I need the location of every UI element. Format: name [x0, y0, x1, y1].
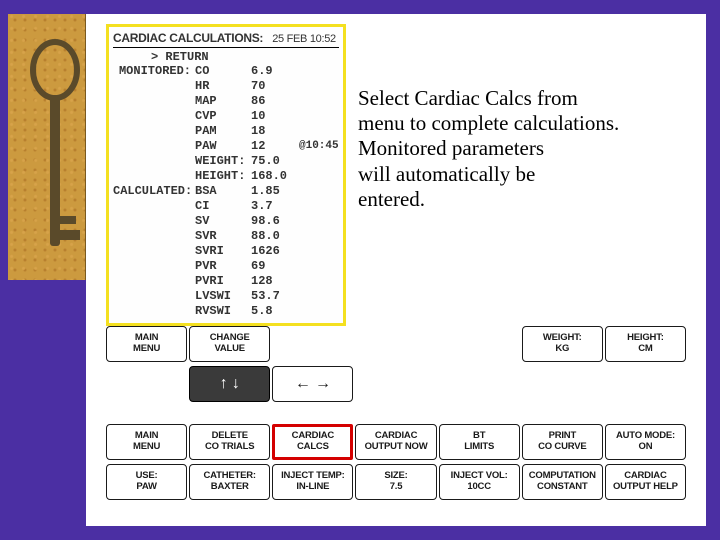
panel-title-text: CARDIAC CALCULATIONS: — [113, 31, 263, 45]
param-value: 75.0 — [251, 154, 299, 169]
param-label: BSA — [195, 184, 251, 199]
instr-line: Monitored parameters — [358, 136, 678, 161]
up-down-arrows-icon: ↑ ↓ — [190, 375, 269, 393]
blank-button — [605, 366, 686, 402]
inject-temp-button[interactable]: INJECT TEMP:IN-LINE — [272, 464, 353, 500]
panel-title: CARDIAC CALCULATIONS: 25 FEB 10:52 — [113, 29, 339, 48]
section-calculated: CALCULATED: — [113, 184, 195, 199]
panel-timestamp: 25 FEB 10:52 — [272, 33, 336, 45]
instr-line: will automatically be — [358, 162, 678, 187]
param-value: 168.0 — [251, 169, 299, 184]
blank-button — [355, 366, 436, 402]
param-value: 5.8 — [251, 304, 299, 319]
delete-co-trials-button[interactable]: DELETECO TRIALS — [189, 424, 270, 460]
param-label: PAW — [195, 139, 251, 154]
main-menu-button[interactable]: MAINMENU — [106, 424, 187, 460]
bt-limits-button[interactable]: BTLIMITS — [439, 424, 520, 460]
param-value: 3.7 — [251, 199, 299, 214]
note-time: @10:45 — [299, 139, 339, 154]
param-label: SVR — [195, 229, 251, 244]
param-value: 1626 — [251, 244, 299, 259]
param-value: 69 — [251, 259, 299, 274]
blank-button — [272, 326, 353, 362]
softkey-row-4: USE:PAW CATHETER:BAXTER INJECT TEMP:IN-L… — [106, 464, 686, 500]
blank-button — [439, 366, 520, 402]
softkey-row-3: MAINMENU DELETECO TRIALS CARDIACCALCS CA… — [106, 424, 686, 460]
param-label: WEIGHT: — [195, 154, 251, 169]
param-label: RVSWI — [195, 304, 251, 319]
param-value: 6.9 — [251, 64, 299, 79]
instr-line: Select Cardiac Calcs from — [358, 86, 678, 111]
left-right-arrows-button[interactable]: ← → — [272, 366, 353, 402]
blank-button — [106, 366, 187, 402]
instr-line: entered. — [358, 187, 678, 212]
blank-button — [522, 366, 603, 402]
param-label: MAP — [195, 94, 251, 109]
param-value: 12 — [251, 139, 299, 154]
instruction-text: Select Cardiac Calcs from menu to comple… — [358, 86, 678, 212]
slide-body: CARDIAC CALCULATIONS: 25 FEB 10:52 > RET… — [86, 14, 706, 526]
instr-line: menu to complete calculations. — [358, 111, 678, 136]
blank-button — [439, 326, 520, 362]
key-icon — [26, 38, 84, 268]
use-paw-button[interactable]: USE:PAW — [106, 464, 187, 500]
cardiac-output-now-button[interactable]: CARDIACOUTPUT NOW — [355, 424, 436, 460]
softkey-row-1: MAINMENU CHANGEVALUE WEIGHT:KG HEIGHT:CM — [106, 326, 686, 362]
up-down-arrows-button[interactable]: ↑ ↓ — [189, 366, 270, 402]
param-value: 88.0 — [251, 229, 299, 244]
cardiac-calcs-button[interactable]: CARDIACCALCS — [272, 424, 353, 460]
inject-vol-button[interactable]: INJECT VOL:10CC — [439, 464, 520, 500]
param-label: HR — [195, 79, 251, 94]
param-value: 128 — [251, 274, 299, 289]
param-value: 86 — [251, 94, 299, 109]
param-value: 53.7 — [251, 289, 299, 304]
param-label: PVR — [195, 259, 251, 274]
param-label: SVRI — [195, 244, 251, 259]
param-label: CI — [195, 199, 251, 214]
param-label: PAM — [195, 124, 251, 139]
main-menu-button[interactable]: MAINMENU — [106, 326, 187, 362]
cardiac-calc-panel: CARDIAC CALCULATIONS: 25 FEB 10:52 > RET… — [106, 24, 346, 326]
param-value: 18 — [251, 124, 299, 139]
weight-button[interactable]: WEIGHT:KG — [522, 326, 603, 362]
catheter-button[interactable]: CATHETER:BAXTER — [189, 464, 270, 500]
blank-button — [355, 326, 436, 362]
return-link[interactable]: > RETURN — [113, 50, 339, 64]
computation-constant-button[interactable]: COMPUTATIONCONSTANT — [522, 464, 603, 500]
param-label: CO — [195, 64, 251, 79]
param-value: 1.85 — [251, 184, 299, 199]
param-value: 98.6 — [251, 214, 299, 229]
change-value-button[interactable]: CHANGEVALUE — [189, 326, 270, 362]
cardiac-output-help-button[interactable]: CARDIACOUTPUT HELP — [605, 464, 686, 500]
param-label: HEIGHT: — [195, 169, 251, 184]
softkey-row-2: ↑ ↓ ← → — [106, 366, 686, 402]
param-label: CVP — [195, 109, 251, 124]
param-label: SV — [195, 214, 251, 229]
param-value: 10 — [251, 109, 299, 124]
left-right-arrows-icon: ← → — [273, 375, 352, 393]
param-value: 70 — [251, 79, 299, 94]
print-co-curve-button[interactable]: PRINTCO CURVE — [522, 424, 603, 460]
auto-mode-button[interactable]: AUTO MODE:ON — [605, 424, 686, 460]
param-label: PVRI — [195, 274, 251, 289]
size-button[interactable]: SIZE:7.5 — [355, 464, 436, 500]
section-monitored: MONITORED: — [113, 64, 195, 79]
height-button[interactable]: HEIGHT:CM — [605, 326, 686, 362]
decorative-texture — [8, 14, 86, 280]
param-label: LVSWI — [195, 289, 251, 304]
